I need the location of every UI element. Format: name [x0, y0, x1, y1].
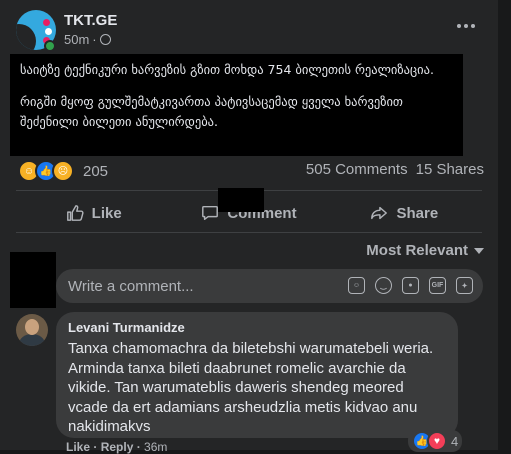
comment-reply-link[interactable]: Reply	[101, 440, 134, 454]
share-label: Share	[396, 204, 439, 222]
online-status-icon	[44, 40, 56, 52]
comment-sort-dropdown[interactable]: Most Relevant	[366, 242, 484, 259]
share-button[interactable]: Share	[327, 196, 482, 230]
redaction-block	[218, 188, 264, 212]
reaction-summary[interactable]: ☺ 👍 ☹ 205	[18, 160, 108, 182]
share-icon	[371, 206, 388, 220]
page-name[interactable]: TKT.GE	[64, 12, 117, 29]
like-button[interactable]: Like	[16, 196, 171, 230]
emoji-icon[interactable]: ‿	[375, 277, 392, 294]
comment-like-link[interactable]: Like	[66, 440, 90, 454]
sad-reaction-icon: ☹	[52, 160, 74, 182]
comment-bubble: Levani Turmanidze Tanxa chamomachra da b…	[56, 312, 458, 438]
like-icon	[66, 205, 84, 221]
camera-icon[interactable]: ●	[402, 277, 419, 294]
comment-time[interactable]: 36m	[144, 440, 167, 454]
comment-composer[interactable]: ☺ ‿ ● GIF ✦	[56, 269, 483, 303]
comments-count[interactable]: 505 Comments	[306, 161, 408, 178]
comment-actions: Like · Reply · 36m	[66, 440, 168, 454]
commenter-avatar[interactable]	[16, 314, 48, 346]
comment-reactions[interactable]: 👍 ♥ 4	[408, 430, 463, 452]
reaction-count[interactable]: 205	[83, 163, 108, 180]
avatar-sticker-icon[interactable]: ☺	[348, 277, 365, 294]
care-reaction-icon: ♥	[427, 431, 447, 451]
post-time[interactable]: 50m	[64, 32, 89, 47]
post-paragraph-1: საიტზე ტექნიკური ხარვეზის გზით მოხდა 754…	[20, 62, 434, 77]
chevron-down-icon	[474, 247, 484, 254]
comment-reaction-count: 4	[451, 433, 459, 449]
comment-text: Tanxa chamomachra da biletebshi warumate…	[68, 340, 434, 435]
commenter-name[interactable]: Levani Turmanidze	[68, 320, 446, 335]
divider	[16, 232, 482, 233]
comment-input[interactable]	[66, 276, 340, 296]
globe-icon	[99, 34, 111, 45]
sort-label: Most Relevant	[366, 242, 468, 259]
like-label: Like	[91, 204, 122, 222]
post-card: TKT.GE 50m · საიტზე ტექნიკური ხარვეზის გ…	[0, 0, 498, 454]
shares-count[interactable]: 15 Shares	[416, 161, 484, 178]
engagement-counts: 505 Comments 15 Shares	[306, 161, 484, 178]
gif-icon[interactable]: GIF	[429, 277, 446, 294]
post-text: საიტზე ტექნიკური ხარვეზის გზით მოხდა 754…	[10, 54, 463, 156]
redacted-user-avatar	[10, 252, 56, 308]
composer-tools: ☺ ‿ ● GIF ✦	[348, 277, 473, 294]
post-meta: 50m ·	[64, 32, 111, 47]
more-options-icon[interactable]	[454, 14, 478, 38]
post-paragraph-2: რიგში მყოფ გულშემატკივართა პატივსაცემად …	[20, 94, 403, 129]
page-background	[498, 0, 511, 450]
sticker-icon[interactable]: ✦	[456, 277, 473, 294]
comment-icon	[202, 205, 219, 221]
